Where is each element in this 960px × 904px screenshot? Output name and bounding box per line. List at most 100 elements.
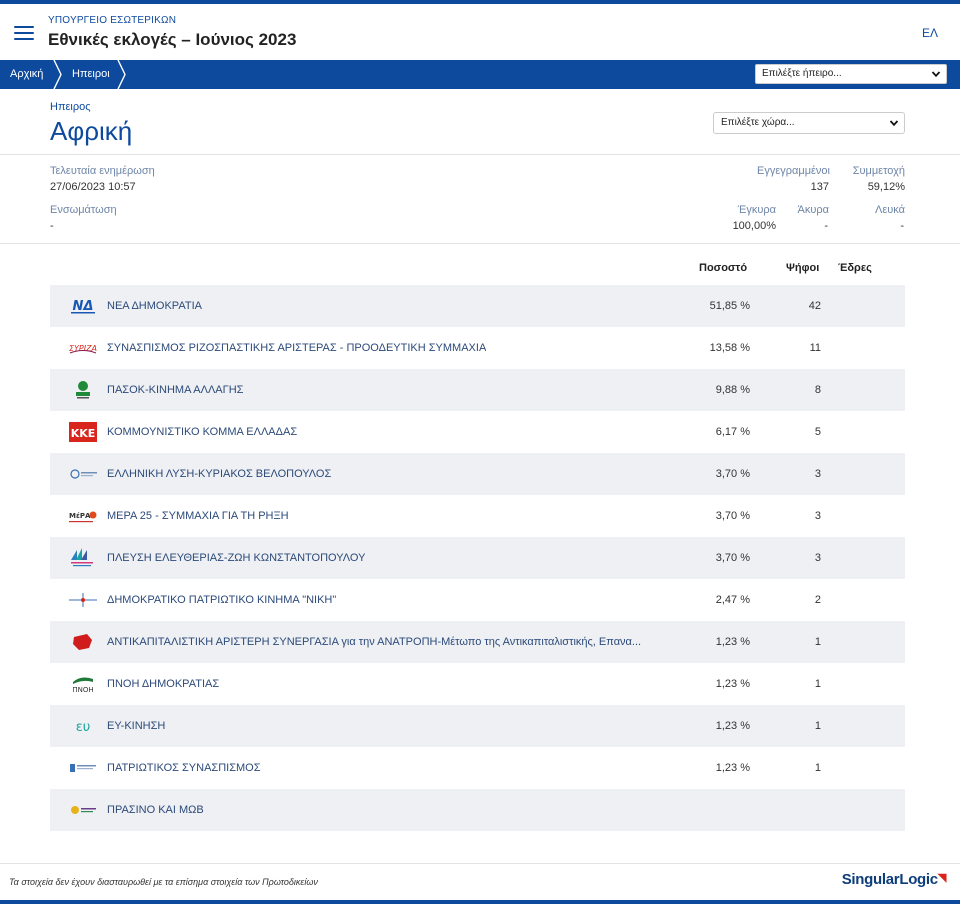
svg-text:ΝΔ: ΝΔ [73,299,94,314]
party-name: ΕΛΛΗΝΙΚΗ ΛΥΣΗ-ΚΥΡΙΑΚΟΣ ΒΕΛΟΠΟΥΛΟΣ [107,468,332,480]
patriotikos-logo-icon [70,764,96,772]
niki-logo-icon [69,593,97,607]
svg-text:ΜέΡΑ: ΜέΡΑ [69,512,91,520]
table-row[interactable]: ΚΚΕ ΚΟΜΜΟΥΝΙΣΤΙΚΟ ΚΟΜΜΑ ΕΛΛΑΔΑΣ 6,17 % 5 [50,411,905,453]
disclaimer-note: Τα στοιχεία δεν έχουν διασταυρωθεί με τα… [9,877,318,887]
party-name: ΕΥ-ΚΙΝΗΣΗ [107,720,166,732]
party-name: ΚΟΜΜΟΥΝΙΣΤΙΚΟ ΚΟΜΜΑ ΕΛΛΑΔΑΣ [107,426,298,438]
valid-value: 100,00% [732,220,776,232]
nd-logo-icon: ΝΔ [71,299,95,314]
last-update-value: 27/06/2023 10:57 [50,181,136,193]
region-name: Αφρική [50,116,133,146]
brand-name: SingularLogic [841,871,938,888]
table-row[interactable]: ΔΗΜΟΚΡΑΤΙΚΟ ΠΑΤΡΙΩΤΙΚΟ ΚΙΝΗΜΑ "ΝΙΚΗ" 2,4… [50,579,905,621]
party-votes: 1 [814,678,821,690]
integration-value: - [50,220,54,232]
table-row[interactable]: ευ ΕΥ-ΚΙΝΗΣΗ 1,23 % 1 [50,705,905,747]
region-type-label: Ηπειρος [50,101,91,113]
table-row[interactable]: ΝΔ ΝΕΑ ΔΗΜΟΚΡΑΤΙΑ 51,85 % 42 [50,285,905,327]
ministry-name: ΥΠΟΥΡΓΕΙΟ ΕΣΩΤΕΡΙΚΩΝ [48,15,177,26]
prasino-mov-logo-icon [71,806,96,814]
table-row[interactable]: ΣΥΡΙΖΑ ΣΥΝΑΣΠΙΣΜΟΣ ΡΙΖΟΣΠΑΣΤΙΚΗΣ ΑΡΙΣΤΕΡ… [50,327,905,369]
party-name: ΑΝΤΙΚΑΠΙΤΑΛΙΣΤΙΚΗ ΑΡΙΣΤΕΡΗ ΣΥΝΕΡΓΑΣΙΑ γι… [107,636,642,648]
party-percent: 3,70 % [715,552,750,564]
party-name: ΠΡΑΣΙΝΟ ΚΑΙ ΜΩΒ [107,804,204,816]
valid-label: Έγκυρα [737,204,776,216]
country-select[interactable]: Επιλέξτε χώρα... [713,112,905,134]
table-row[interactable]: ΑΝΤΙΚΑΠΙΤΑΛΙΣΤΙΚΗ ΑΡΙΣΤΕΡΗ ΣΥΝΕΡΓΑΣΙΑ γι… [50,621,905,663]
party-percent: 51,85 % [709,300,750,312]
party-votes: 2 [814,594,821,606]
mera25-logo-icon: ΜέΡΑ [69,511,97,523]
continent-select-value: Επιλέξτε ήπειρο... [762,68,842,79]
last-update-label: Τελευταία ενημέρωση [50,165,155,177]
table-row[interactable]: ΜέΡΑ ΜΕΡΑ 25 - ΣΥΜΜΑΧΙΑ ΓΙΑ ΤΗ ΡΗΞΗ 3,70… [50,495,905,537]
svg-text:ευ: ευ [76,720,91,735]
column-header-votes: Ψήφοι [786,262,820,274]
chevron-down-icon [889,120,899,127]
turnout-value: 59,12% [867,181,905,193]
party-name: ΠΑΣΟΚ-ΚΙΝΗΜΑ ΑΛΛΑΓΗΣ [107,384,244,396]
brand-logo: SingularLogic◥ [841,871,947,888]
party-percent: 9,88 % [715,384,750,396]
elliniki-lysi-logo-icon [70,469,97,479]
syriza-logo-icon: ΣΥΡΙΖΑ [69,344,97,354]
column-header-seats: Έδρες [838,262,872,274]
party-percent: 1,23 % [715,720,750,732]
column-header-percent: Ποσοστό [699,262,748,274]
party-votes: 1 [814,762,821,774]
turnout-label: Συμμετοχή [852,165,905,177]
party-votes: 3 [814,468,821,480]
blank-label: Λευκά [875,204,905,216]
party-votes [795,789,821,831]
bottom-accent-line [0,900,960,904]
language-switch[interactable]: ΕΛ [922,26,938,40]
party-votes: 3 [814,552,821,564]
breadcrumb-continents[interactable]: Ηπειροι [72,60,110,89]
party-name: ΠΛΕΥΣΗ ΕΛΕΥΘΕΡΙΑΣ-ΖΩΗ ΚΩΝΣΤΑΝΤΟΠΟΥΛΟΥ [107,552,366,564]
table-row[interactable]: ΠΑΣΟΚ-ΚΙΝΗΜΑ ΑΛΛΑΓΗΣ 9,88 % 8 [50,369,905,411]
app-header: ΥΠΟΥΡΓΕΙΟ ΕΣΩΤΕΡΙΚΩΝ Εθνικές εκλογές – Ι… [0,4,960,60]
divider [0,243,960,244]
invalid-label: Άκυρα [797,204,829,216]
table-row[interactable]: ΕΛΛΗΝΙΚΗ ΛΥΣΗ-ΚΥΡΙΑΚΟΣ ΒΕΛΟΠΟΥΛΟΣ 3,70 %… [50,453,905,495]
integration-label: Ενσωμάτωση [50,204,117,216]
registered-label: Εγγεγραμμένοι [757,165,830,177]
kke-logo-icon: ΚΚΕ [69,422,97,442]
ef-kinisi-logo-icon: ευ [76,720,91,735]
table-row[interactable]: ΠΛΕΥΣΗ ΕΛΕΥΘΕΡΙΑΣ-ΖΩΗ ΚΩΝΣΤΑΝΤΟΠΟΥΛΟΥ 3,… [50,537,905,579]
pnoi-logo-icon: ΠΝΟΗ [72,677,94,694]
party-percent: 2,47 % [715,594,750,606]
breadcrumb: Αρχική Ηπειροι Επιλέξτε ήπειρο... [0,60,960,89]
page-title: Εθνικές εκλογές – Ιούνιος 2023 [48,30,297,49]
table-row[interactable]: ΠΑΤΡΙΩΤΙΚΟΣ ΣΥΝΑΣΠΙΣΜΟΣ 1,23 % 1 [50,747,905,789]
party-votes: 5 [814,426,821,438]
registered-value: 137 [810,181,829,193]
party-percent: 13,58 % [709,342,750,354]
party-votes: 1 [814,636,821,648]
invalid-value: - [824,220,828,232]
continent-select[interactable]: Επιλέξτε ήπειρο... [755,64,947,84]
pasok-logo-icon [76,381,90,399]
party-percent: 3,70 % [715,510,750,522]
divider [0,154,960,155]
table-row[interactable]: ΠΡΑΣΙΝΟ ΚΑΙ ΜΩΒ [50,789,905,831]
party-votes: 42 [808,300,821,312]
party-percent: 3,70 % [715,468,750,480]
chevron-right-icon [115,60,129,89]
plefsi-logo-icon [71,548,93,567]
table-row[interactable]: ΠΝΟΗ ΠΝΟΗ ΔΗΜΟΚΡΑΤΙΑΣ 1,23 % 1 [50,663,905,705]
menu-icon[interactable] [14,26,34,42]
party-name: ΝΕΑ ΔΗΜΟΚΡΑΤΙΑ [107,300,202,312]
party-name: ΔΗΜΟΚΡΑΤΙΚΟ ΠΑΤΡΙΩΤΙΚΟ ΚΙΝΗΜΑ "ΝΙΚΗ" [107,594,337,606]
party-percent: 1,23 % [715,762,750,774]
party-name: ΣΥΝΑΣΠΙΣΜΟΣ ΡΙΖΟΣΠΑΣΤΙΚΗΣ ΑΡΙΣΤΕΡΑΣ - ΠΡ… [107,342,487,354]
breadcrumb-home[interactable]: Αρχική [10,60,43,89]
party-votes: 1 [814,720,821,732]
party-percent: 1,23 % [715,636,750,648]
blank-value: - [900,220,904,232]
antarsya-logo-icon [73,634,92,650]
party-percent [680,789,750,831]
party-name: ΠΝΟΗ ΔΗΜΟΚΡΑΤΙΑΣ [107,678,220,690]
divider [0,863,960,864]
